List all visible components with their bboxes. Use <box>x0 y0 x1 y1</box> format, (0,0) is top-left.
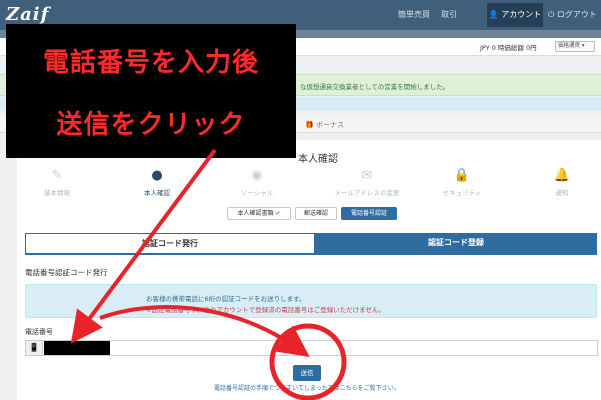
callout-line-1: 電話番号を入力後 <box>42 48 259 78</box>
step-label: 基本情報 <box>44 189 70 197</box>
identity-panel: 本人確認 ✎ 基本情報 ● 本人確認 ◉ ソーシャル ✉ メールアドレスの変更 … <box>17 140 601 400</box>
bell-icon: 🔔 <box>553 168 571 183</box>
price-currency-select[interactable]: 価格通貨 ▾ <box>555 41 595 52</box>
globe-icon: ◉ <box>251 168 263 183</box>
send-button[interactable]: 送信 <box>293 365 321 381</box>
help-link[interactable]: 電話番号認証の手順でつまずいてしまった方はこちらをご覧下さい。 <box>214 383 400 392</box>
lock-icon: 🔒 <box>453 168 471 183</box>
section-heading: 電話番号認証コード発行 <box>25 268 108 277</box>
zaif-logo[interactable]: Zaif <box>6 4 49 25</box>
nav-easy-trade-link[interactable]: 簡単売買 <box>398 9 430 20</box>
user-icon: ● <box>151 168 163 183</box>
pill-phone-auth[interactable]: 電話番号認証 <box>341 207 397 220</box>
page-title: 本人確認 <box>298 154 338 165</box>
tab-code-issue[interactable]: 認証コード発行 <box>25 233 315 253</box>
mobile-phone-icon: 📱 <box>25 340 43 356</box>
pill-id-document[interactable]: 本人確認書類 ✔ <box>227 207 291 220</box>
pencil-icon: ✎ <box>51 168 63 183</box>
instruction-callout: 電話番号を入力後 送信をクリック <box>6 24 296 158</box>
phone-label: 電話番号 <box>25 328 53 336</box>
info-box: お客様の携帯電話に6桁の認証コードをお送りします。 ※固定電話番号や、他のアカウ… <box>25 284 597 318</box>
step-basic-info[interactable]: ✎ 基本情報 <box>17 168 97 197</box>
balance-summary: JPY 0 時価総額 0円 <box>480 44 537 52</box>
phone-number-input[interactable] <box>43 340 598 356</box>
info-text: お客様の携帯電話に6桁の認証コードをお送りします。 <box>146 295 306 303</box>
step-label: メールアドレスの変更 <box>334 189 400 197</box>
step-label: 通知 <box>555 189 569 197</box>
tab-bonus[interactable]: 🎁 ボーナス <box>305 120 344 130</box>
step-notification[interactable]: 🔔 通知 <box>522 168 601 197</box>
phone-input-group: 📱 <box>25 340 598 356</box>
tab-code-register[interactable]: 認証コード登録 <box>315 233 597 253</box>
step-label: 本人確認 <box>144 189 170 197</box>
step-security[interactable]: 🔒 セキュリティ <box>422 168 502 197</box>
code-tabs: 認証コード発行 認証コード登録 <box>25 233 597 253</box>
step-identity[interactable]: ● 本人確認 <box>117 168 197 197</box>
success-notice-text: な仮想通貨交換業者としての営業を開始しました。 <box>300 83 450 91</box>
step-email-change[interactable]: ✉ メールアドレスの変更 <box>317 168 417 197</box>
callout-line-2: 送信をクリック <box>56 110 246 140</box>
redacted-phone-number <box>44 341 110 355</box>
nav-trade-link[interactable]: 取引 <box>441 9 457 20</box>
nav-logout-button[interactable]: ⏻ ログアウト <box>548 9 597 20</box>
settings-steps: ✎ 基本情報 ● 本人確認 ◉ ソーシャル ✉ メールアドレスの変更 🔒 セキュ… <box>17 168 601 208</box>
nav-account-button[interactable]: 👤 アカウント <box>487 3 543 27</box>
step-label: セキュリティ <box>442 189 482 197</box>
step-social[interactable]: ◉ ソーシャル <box>217 168 297 197</box>
pill-postal[interactable]: 郵送確認 <box>295 207 337 220</box>
warning-text: ※固定電話番号や、他のアカウントで登録済の電話番号はご登録いただけません。 <box>146 306 386 314</box>
step-label: ソーシャル <box>240 189 274 197</box>
pill-label: 本人確認書類 <box>237 210 274 217</box>
check-icon: ✔ <box>275 210 281 217</box>
tab-underline <box>25 253 597 255</box>
envelope-icon: ✉ <box>361 168 373 183</box>
